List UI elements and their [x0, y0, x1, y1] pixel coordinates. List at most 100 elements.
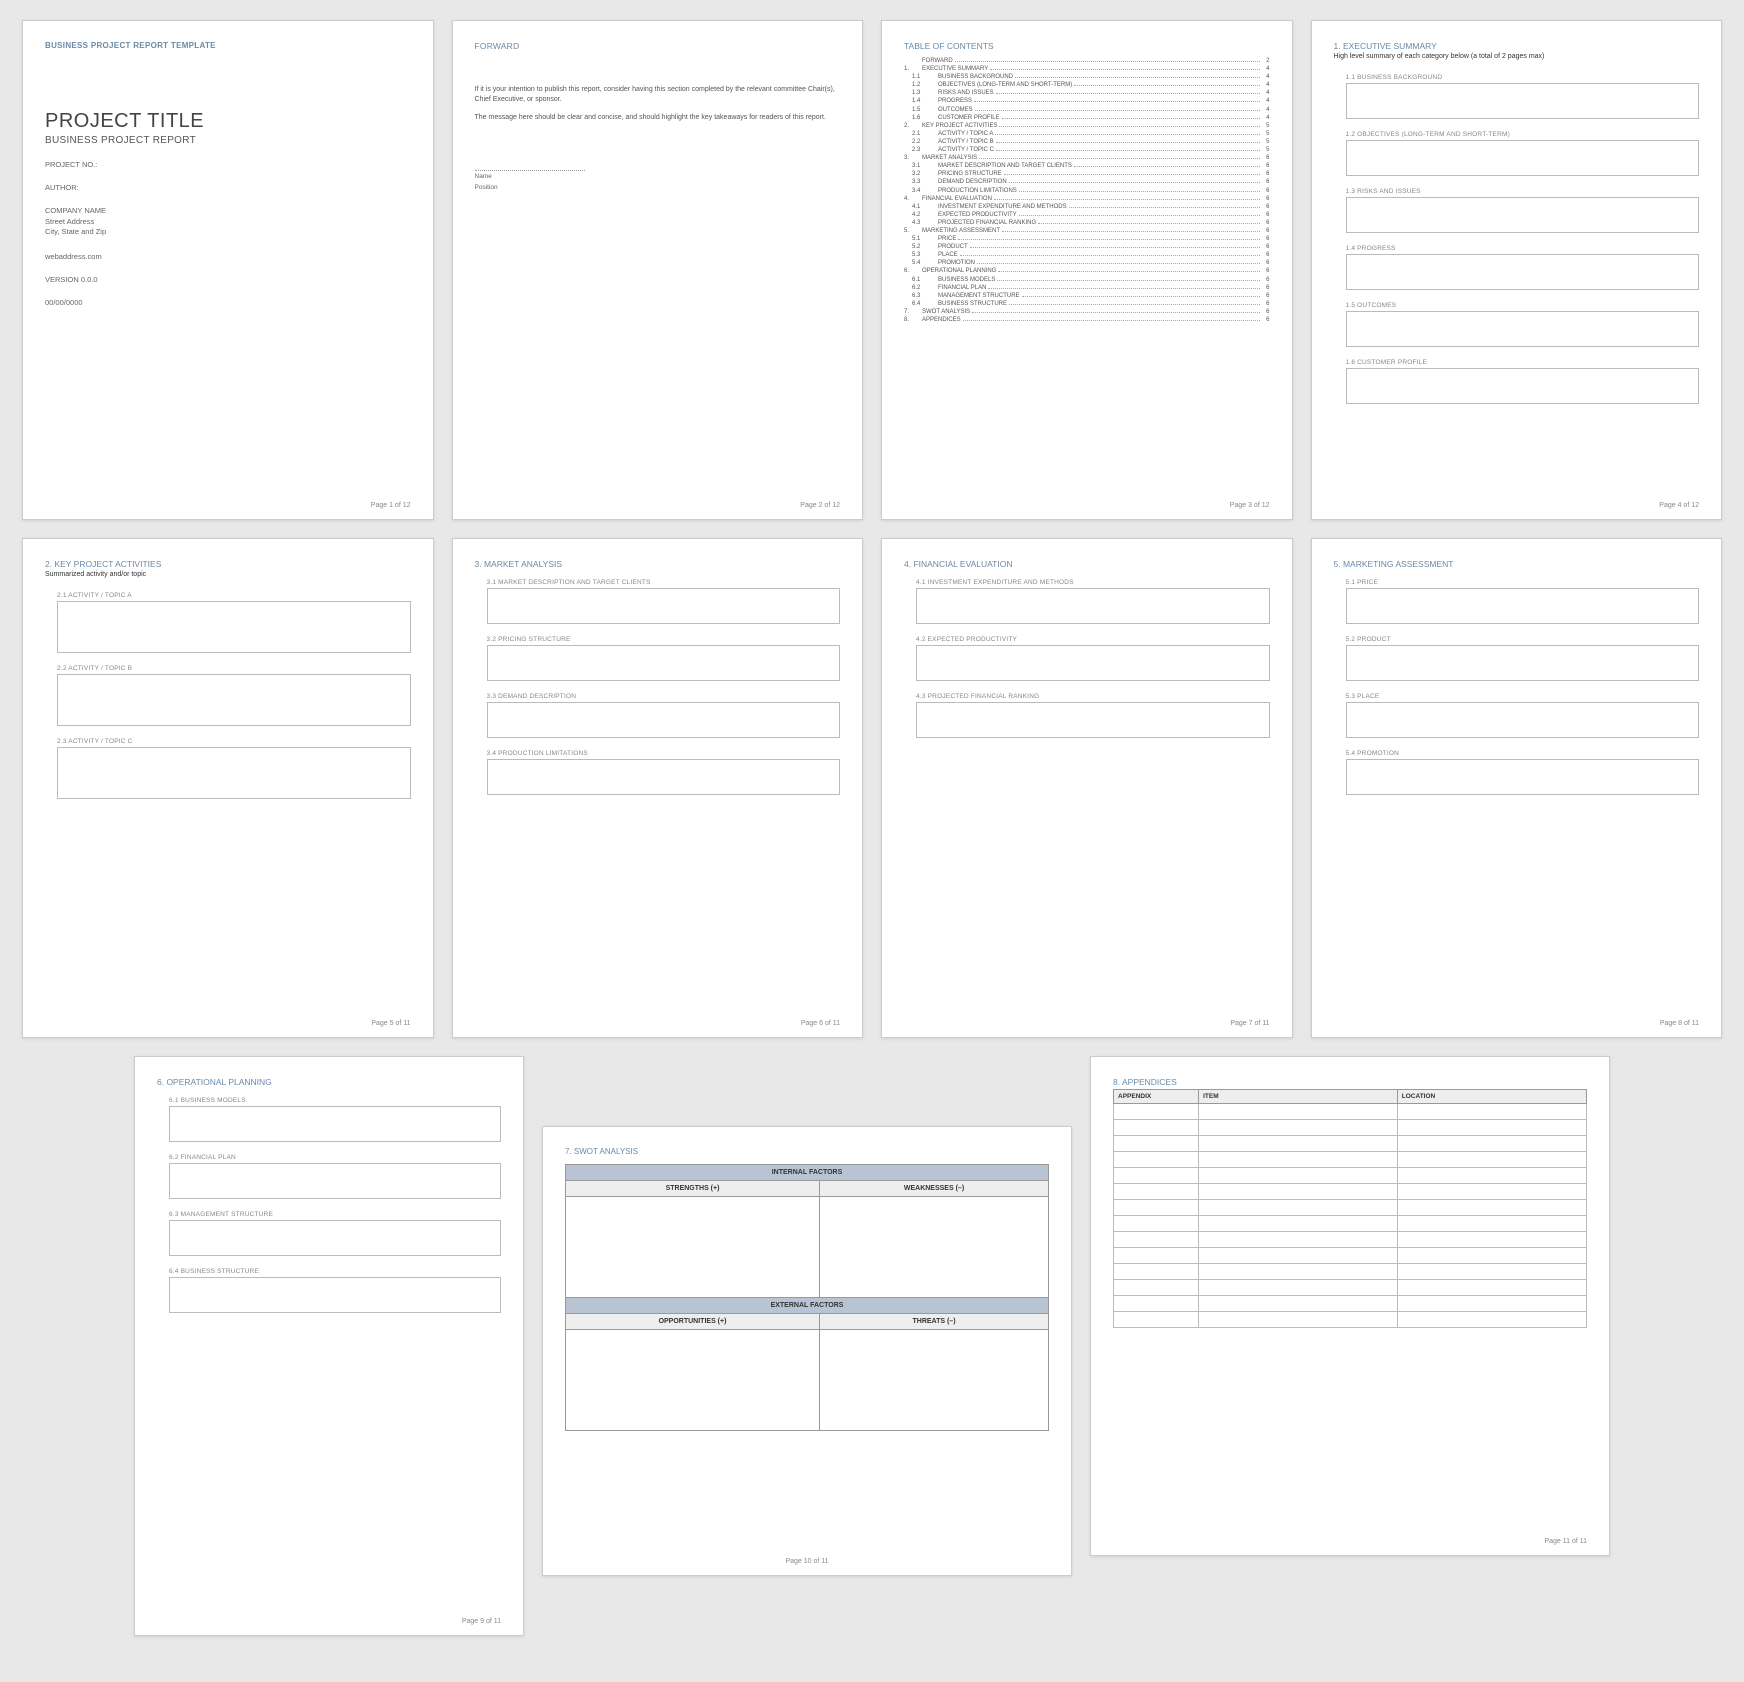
exec-s2: 1.2 OBJECTIVES (LONG-TERM AND SHORT-TERM… [1334, 131, 1700, 138]
field-market-desc[interactable] [487, 588, 841, 624]
market-title: 3. MARKET ANALYSIS [475, 559, 841, 569]
market-s1: 3.1 MARKET DESCRIPTION AND TARGET CLIENT… [475, 579, 841, 586]
field-risks-issues[interactable] [1346, 197, 1700, 233]
field-product[interactable] [1346, 645, 1700, 681]
toc-entry: 5.3PLACE6 [904, 251, 1270, 259]
field-promotion[interactable] [1346, 759, 1700, 795]
table-row[interactable] [1114, 1232, 1587, 1248]
toc-entry: 3.3DEMAND DESCRIPTION6 [904, 178, 1270, 186]
ops-s3: 6.3 MANAGEMENT STRUCTURE [157, 1211, 501, 1218]
toc-entry: 5.1PRICE6 [904, 235, 1270, 243]
appendices-table: APPENDIX ITEM LOCATION [1113, 1089, 1587, 1328]
exec-s4: 1.4 PROGRESS [1334, 245, 1700, 252]
key-title: 2. KEY PROJECT ACTIVITIES [45, 559, 411, 569]
market-s4: 3.4 PRODUCTION LIMITATIONS [475, 750, 841, 757]
toc-entry: 1.5OUTCOMES4 [904, 106, 1270, 114]
table-row[interactable] [1114, 1216, 1587, 1232]
field-business-background[interactable] [1346, 83, 1700, 119]
project-title: PROJECT TITLE [45, 110, 411, 133]
field-progress[interactable] [1346, 254, 1700, 290]
project-no: PROJECT NO.: [45, 160, 411, 169]
exec-s5: 1.5 OUTCOMES [1334, 302, 1700, 309]
table-row[interactable] [1114, 1168, 1587, 1184]
field-pricing-structure[interactable] [487, 645, 841, 681]
table-row[interactable] [1114, 1136, 1587, 1152]
table-row[interactable] [1114, 1184, 1587, 1200]
page-footer: Page 2 of 12 [800, 502, 840, 509]
project-subtitle: BUSINESS PROJECT REPORT [45, 135, 411, 146]
table-row[interactable] [1114, 1264, 1587, 1280]
toc-entry: 6.1BUSINESS MODELS6 [904, 276, 1270, 284]
table-row[interactable] [1114, 1152, 1587, 1168]
swot-internal: INTERNAL FACTORS [566, 1165, 1049, 1181]
toc-entry: 5.4PROMOTION6 [904, 259, 1270, 267]
exec-desc: High level summary of each category belo… [1334, 53, 1700, 60]
signature-line [475, 170, 585, 171]
fin-s3: 4.3 PROJECTED FINANCIAL RANKING [904, 693, 1270, 700]
position-label: Position [475, 184, 841, 191]
page-financial-eval: 4. FINANCIAL EVALUATION 4.1 INVESTMENT E… [881, 538, 1293, 1038]
table-row[interactable] [1114, 1200, 1587, 1216]
field-financial-plan[interactable] [169, 1163, 501, 1199]
forward-title: FORWARD [475, 41, 841, 51]
field-objectives[interactable] [1346, 140, 1700, 176]
field-activity-a[interactable] [57, 601, 411, 653]
table-row[interactable] [1114, 1248, 1587, 1264]
fin-s2: 4.2 EXPECTED PRODUCTIVITY [904, 636, 1270, 643]
field-management-structure[interactable] [169, 1220, 501, 1256]
field-activity-c[interactable] [57, 747, 411, 799]
field-business-models[interactable] [169, 1106, 501, 1142]
table-row[interactable] [1114, 1312, 1587, 1328]
field-place[interactable] [1346, 702, 1700, 738]
exec-title: 1. EXECUTIVE SUMMARY [1334, 41, 1700, 51]
page-footer: Page 7 of 11 [1230, 1020, 1269, 1027]
field-investment-expenditure[interactable] [916, 588, 1270, 624]
page-appendices: 8. APPENDICES APPENDIX ITEM LOCATION Pag… [1090, 1056, 1610, 1556]
table-row[interactable] [1114, 1296, 1587, 1312]
toc-entry: 6.4BUSINESS STRUCTURE6 [904, 300, 1270, 308]
swot-weaknesses-header: WEAKNESSES (–) [820, 1181, 1049, 1197]
apx-col-location: LOCATION [1397, 1090, 1586, 1104]
toc-entry: 1.3RISKS AND ISSUES4 [904, 89, 1270, 97]
field-production-limitations[interactable] [487, 759, 841, 795]
company-name: COMPANY NAME [45, 206, 411, 217]
table-row[interactable] [1114, 1104, 1587, 1120]
page-swot: 7. SWOT ANALYSIS INTERNAL FACTORS STRENG… [542, 1126, 1072, 1576]
swot-strengths-cell[interactable] [566, 1197, 820, 1298]
mkt-s4: 5.4 PROMOTION [1334, 750, 1700, 757]
swot-weaknesses-cell[interactable] [820, 1197, 1049, 1298]
page-footer: Page 6 of 11 [801, 1020, 840, 1027]
field-customer-profile[interactable] [1346, 368, 1700, 404]
field-expected-productivity[interactable] [916, 645, 1270, 681]
toc-entry: 1.2OBJECTIVES (LONG-TERM AND SHORT-TERM)… [904, 81, 1270, 89]
field-price[interactable] [1346, 588, 1700, 624]
toc-entry: 4.1INVESTMENT EXPENDITURE AND METHODS6 [904, 203, 1270, 211]
mkt-title: 5. MARKETING ASSESSMENT [1334, 559, 1700, 569]
toc-entry: 3.4PRODUCTION LIMITATIONS6 [904, 187, 1270, 195]
ops-s1: 6.1 BUSINESS MODELS [157, 1097, 501, 1104]
toc-title: TABLE OF CONTENTS [904, 41, 1270, 51]
page-forward: FORWARD If it is your intention to publi… [452, 20, 864, 520]
field-outcomes[interactable] [1346, 311, 1700, 347]
table-row[interactable] [1114, 1120, 1587, 1136]
city-state-zip: City, State and Zip [45, 227, 411, 238]
key-s3: 2.3 ACTIVITY / TOPIC C [45, 738, 411, 745]
field-demand-desc[interactable] [487, 702, 841, 738]
forward-para2: The message here should be clear and con… [475, 113, 841, 123]
toc-entry: 2.2ACTIVITY / TOPIC B5 [904, 138, 1270, 146]
toc-entry: 3.MARKET ANALYSIS6 [904, 154, 1270, 162]
page-operational-planning: 6. OPERATIONAL PLANNING 6.1 BUSINESS MOD… [134, 1056, 524, 1636]
toc-entry: 8.APPENDICES6 [904, 316, 1270, 324]
field-projected-ranking[interactable] [916, 702, 1270, 738]
swot-opportunities-cell[interactable] [566, 1330, 820, 1431]
field-activity-b[interactable] [57, 674, 411, 726]
toc-entry: 1.6CUSTOMER PROFILE4 [904, 114, 1270, 122]
page-toc: TABLE OF CONTENTS FORWARD21.EXECUTIVE SU… [881, 20, 1293, 520]
toc-entry: 3.2PRICING STRUCTURE6 [904, 170, 1270, 178]
table-row[interactable] [1114, 1280, 1587, 1296]
page-footer: Page 8 of 11 [1660, 1020, 1699, 1027]
field-business-structure[interactable] [169, 1277, 501, 1313]
page-footer: Page 9 of 11 [462, 1618, 501, 1625]
swot-threats-cell[interactable] [820, 1330, 1049, 1431]
page-footer: Page 5 of 11 [371, 1020, 410, 1027]
